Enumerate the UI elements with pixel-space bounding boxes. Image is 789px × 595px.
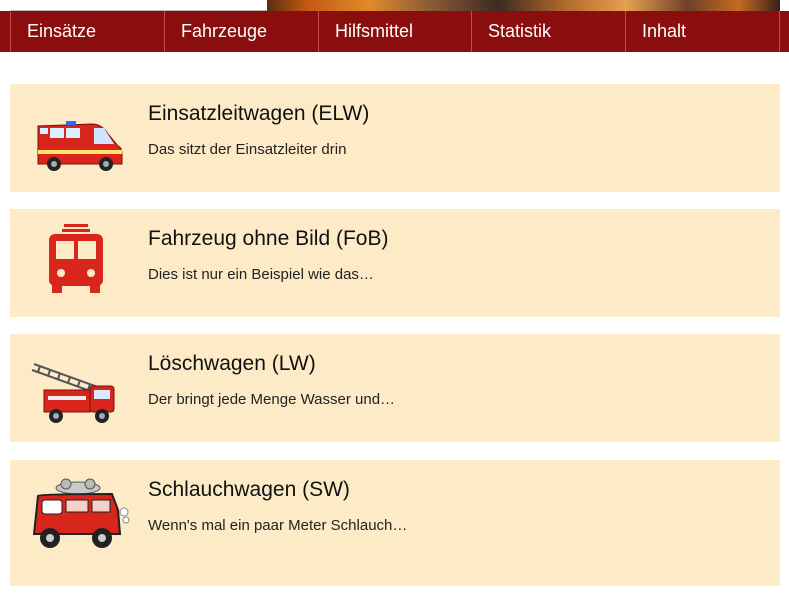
tab-fahrzeuge[interactable]: Fahrzeuge <box>164 11 318 52</box>
vehicle-title[interactable]: Einsatzleitwagen (ELW) <box>148 102 369 126</box>
bus-placeholder-icon <box>49 224 103 293</box>
vehicle-title[interactable]: Fahrzeug ohne Bild (FoB) <box>148 227 388 251</box>
nav-separator <box>779 11 780 52</box>
vehicle-description: Der bringt jede Menge Wasser und… <box>148 391 396 408</box>
vehicle-description: Dies ist nur ein Beispiel wie das… <box>148 266 374 283</box>
vehicle-title[interactable]: Löschwagen (LW) <box>148 352 316 376</box>
vehicle-card-elw[interactable]: Einsatzleitwagen (ELW) Das sitzt der Ein… <box>10 84 780 192</box>
vehicle-card-fob[interactable]: Fahrzeug ohne Bild (FoB) Dies ist nur ei… <box>10 209 780 317</box>
header-banner-image <box>267 0 780 11</box>
vehicle-description: Wenn's mal ein paar Meter Schlauch… <box>148 517 408 534</box>
tab-hilfsmittel[interactable]: Hilfsmittel <box>318 11 472 52</box>
tab-statistik[interactable]: Statistik <box>471 11 625 52</box>
tab-inhalt[interactable]: Inhalt <box>625 11 779 52</box>
ladder-truck-icon <box>31 363 115 423</box>
ambulance-van-icon <box>37 121 123 171</box>
vehicle-description: Das sitzt der Einsatzleiter drin <box>148 141 347 158</box>
cartoon-fire-truck-icon <box>32 478 130 548</box>
vehicle-card-sw[interactable]: Schlauchwagen (SW) Wenn's mal ein paar M… <box>10 460 780 586</box>
tab-einsaetze[interactable]: Einsätze <box>10 11 164 52</box>
vehicle-card-lw[interactable]: Löschwagen (LW) Der bringt jede Menge Wa… <box>10 334 780 442</box>
header-strip <box>0 0 789 11</box>
main-navigation: Einsätze Fahrzeuge Hilfsmittel Statistik… <box>0 11 789 52</box>
vehicle-title[interactable]: Schlauchwagen (SW) <box>148 478 350 502</box>
